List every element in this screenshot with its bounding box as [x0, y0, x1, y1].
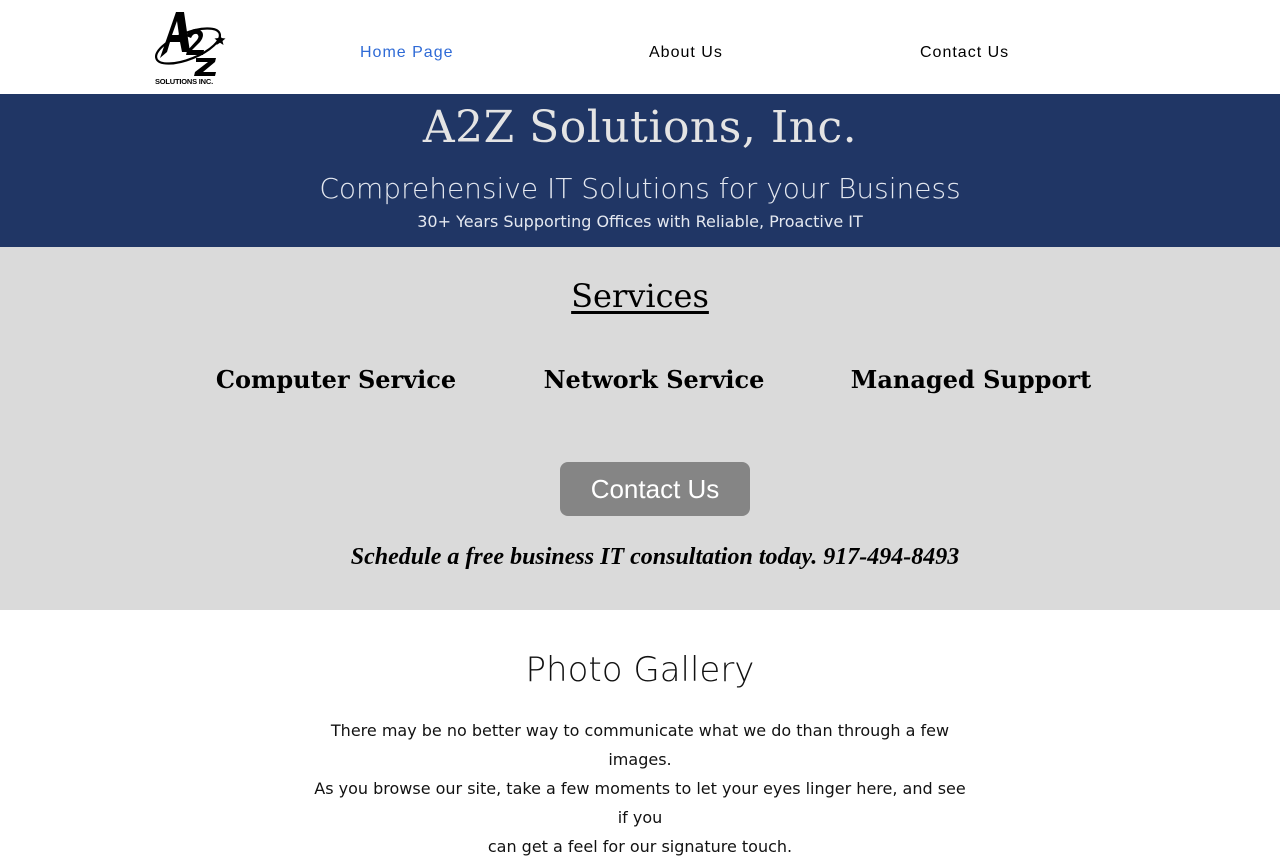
- hero-tagline: 30+ Years Supporting Offices with Reliab…: [417, 212, 863, 231]
- nav-home-page[interactable]: Home Page: [360, 44, 454, 62]
- hero-subtitle: Comprehensive IT Solutions for your Busi…: [319, 172, 961, 205]
- a2z-logo-mark: [155, 12, 226, 76]
- gallery-line: can get a feel for our signature touch.: [487, 837, 793, 856]
- hero-banner: A2Z Solutions, Inc. Comprehensive IT Sol…: [0, 94, 1280, 247]
- gallery-description: There may be no better way to communicat…: [310, 716, 970, 861]
- gallery-heading: Photo Gallery: [525, 650, 755, 690]
- gallery-line: As you browse our site, take a few momen…: [314, 779, 966, 827]
- service-computer: Computer Service: [215, 365, 457, 394]
- hero-title: A2Z Solutions, Inc.: [422, 102, 858, 153]
- gallery-line: There may be no better way to communicat…: [330, 721, 950, 769]
- logo-caption: SOLUTIONS INC.: [154, 77, 214, 86]
- consultation-text: Schedule a free business IT consultation…: [350, 544, 960, 570]
- nav-contact-us[interactable]: Contact Us: [920, 44, 1009, 62]
- services-section: Services Computer Service Network Servic…: [0, 247, 1280, 610]
- service-network: Network Service: [543, 365, 765, 394]
- service-managed-support: Managed Support: [850, 365, 1092, 394]
- services-heading: Services: [0, 277, 1280, 315]
- contact-us-button[interactable]: Contact Us: [560, 462, 750, 516]
- nav-about-us[interactable]: About Us: [649, 44, 723, 62]
- services-heading-text: Services: [571, 277, 709, 315]
- site-header: SOLUTIONS INC. Home Page About Us Contac…: [0, 0, 1280, 94]
- a2z-logo[interactable]: SOLUTIONS INC.: [150, 8, 230, 88]
